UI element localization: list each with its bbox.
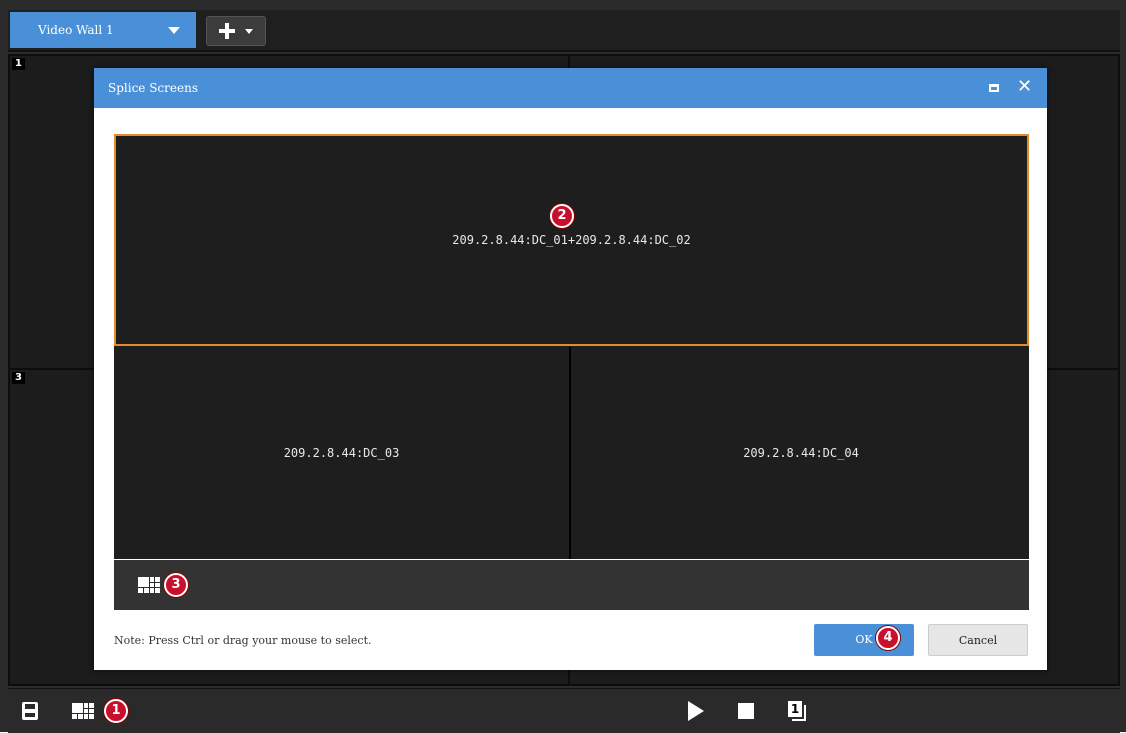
add-wall-button[interactable]: [206, 16, 266, 46]
splice-grid-icon[interactable]: [138, 577, 160, 593]
cancel-label: Cancel: [958, 634, 998, 647]
screen-label: 209.2.8.44:DC_04: [743, 446, 859, 460]
dialog-title: Splice Screens: [108, 81, 198, 95]
cell-number: 1: [12, 58, 25, 70]
maximize-icon[interactable]: [989, 84, 999, 92]
dialog-tool-strip: 3: [114, 560, 1029, 610]
ok-label: OK: [855, 633, 873, 646]
screen-layout: 209.2.8.44:DC_01+209.2.8.44:DC_02 209.2.…: [114, 134, 1029, 559]
close-icon[interactable]: ✕: [1017, 77, 1033, 97]
callout-badge: 3: [164, 573, 188, 597]
callout-badge: 4: [876, 626, 900, 650]
screen-label: 209.2.8.44:DC_03: [283, 446, 400, 460]
top-tab-bar: Video Wall 1: [8, 10, 1120, 52]
bottom-toolbar: 1 1: [8, 688, 1120, 733]
screen-dc-04[interactable]: 209.2.8.44:DC_04: [573, 347, 1029, 559]
save-icon[interactable]: [22, 702, 38, 720]
screen-dc-03[interactable]: 209.2.8.44:DC_03: [114, 347, 571, 559]
splice-screens-dialog: Splice Screens ✕ 209.2.8.44:DC_01+209.2.…: [94, 68, 1047, 670]
splice-screens-icon[interactable]: [72, 703, 94, 719]
selection-note: Note: Press Ctrl or drag your mouse to s…: [114, 634, 372, 647]
stop-icon[interactable]: [738, 703, 754, 719]
chevron-down-icon[interactable]: [168, 27, 180, 34]
play-icon[interactable]: [688, 701, 704, 721]
chevron-down-icon: [245, 29, 253, 34]
single-screen-icon[interactable]: 1: [788, 701, 806, 721]
cancel-button[interactable]: Cancel: [928, 624, 1028, 656]
callout-badge: 2: [550, 204, 574, 228]
tab-label: Video Wall 1: [38, 23, 114, 37]
screen-label: 209.2.8.44:DC_01+209.2.8.44:DC_02: [452, 233, 691, 247]
spliced-screen[interactable]: 209.2.8.44:DC_01+209.2.8.44:DC_02: [114, 134, 1029, 346]
tab-video-wall[interactable]: Video Wall 1: [10, 12, 196, 48]
cell-number: 3: [12, 372, 25, 384]
dialog-title-bar: Splice Screens ✕: [94, 68, 1047, 108]
callout-badge: 1: [104, 699, 128, 723]
video-wall-app: Video Wall 1 1 3 1 1 Splice Screens ✕ 20…: [0, 0, 1126, 733]
